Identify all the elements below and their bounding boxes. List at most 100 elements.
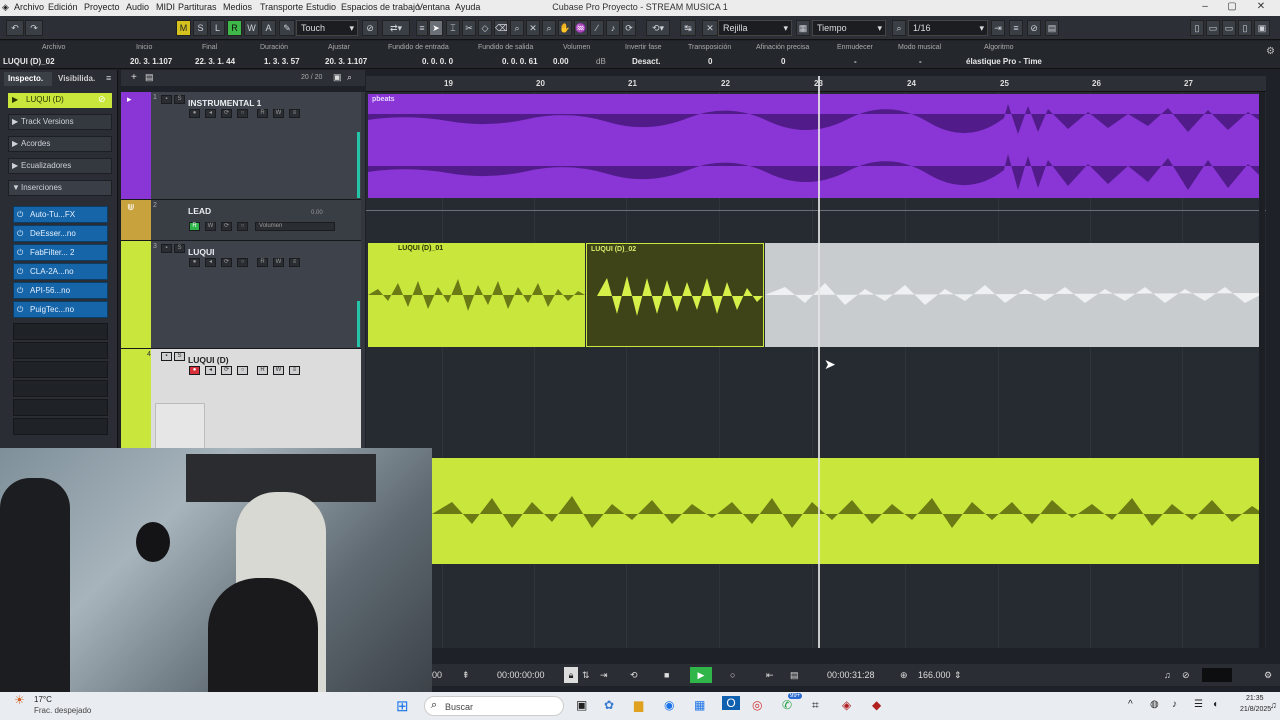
app-icon-2[interactable]: ◈ [842,698,851,712]
menu-audio[interactable]: Audio [126,2,149,12]
edge-icon[interactable]: ◉ [664,698,674,712]
write-icon[interactable]: W [273,258,284,267]
info-modo[interactable]: - [919,57,922,66]
volume-icon[interactable]: ◖ [1212,699,1218,710]
gear-icon[interactable]: ⚙ [1266,46,1275,57]
zoom-icon[interactable]: ⌕ [347,72,352,83]
play-tool-icon[interactable]: ♪ [606,20,620,36]
section-inserciones[interactable]: ▼ Inserciones [8,180,112,196]
cubase-icon[interactable]: ◆ [872,698,881,712]
edit-mode-icon[interactable]: ⇄▾ [382,20,410,36]
tab-inspector[interactable]: Inspecto. [4,72,52,86]
lock-icon[interactable]: ○ [237,366,248,375]
insert-slot-2[interactable]: ⏻ DeEsser...no [13,225,108,242]
sync-icon[interactable]: ⇅ [582,667,590,683]
info-final[interactable]: 22. 3. 1. 44 [195,57,235,66]
info-volumen[interactable]: 0.00 [553,57,569,66]
stop-icon[interactable]: ■ [664,667,669,683]
quantize-icon[interactable]: ⌕ [892,20,906,36]
lanes-icon[interactable]: ≡ [289,109,300,118]
monitor-icon[interactable]: ◂ [205,366,216,375]
edit-icon[interactable]: ⊘ [98,94,106,105]
search-box[interactable]: ⌕ Buscar [424,696,564,716]
track-options-icon[interactable]: ▤ [145,72,154,83]
write-button[interactable]: W [244,20,259,36]
menu-ayuda[interactable]: Ayuda [455,2,480,12]
insert-slot-empty[interactable] [13,380,108,397]
app-logo-icon[interactable]: ◈ [2,2,9,13]
timebase-icon[interactable]: ⟳ [221,366,232,375]
outlook-icon[interactable]: O [722,696,740,710]
menu-transporte[interactable]: Transporte [260,2,303,12]
audio-event-muted[interactable] [765,243,1264,347]
track-name[interactable]: INSTRUMENTAL 1 [188,98,261,108]
project-cursor[interactable] [818,76,820,648]
monitor-icon[interactable]: ◂ [205,109,216,118]
power-icon[interactable]: ⏻ [17,264,23,279]
automation-line[interactable] [366,210,1266,211]
info-transposicion[interactable]: 0 [708,57,712,66]
info-duracion[interactable]: 1. 3. 3. 57 [264,57,300,66]
record-icon[interactable]: ● [189,258,200,267]
minimize-icon[interactable]: – [1196,1,1214,15]
network-icon[interactable]: ◍ [1150,699,1159,710]
maximize-icon[interactable]: ▢ [1223,1,1241,15]
close-icon[interactable]: ✕ [1252,1,1270,15]
visibility-icon[interactable]: ▣ [333,72,342,83]
tempo-value[interactable]: 166.000 [918,667,951,683]
wifi-icon[interactable]: ☰ [1194,699,1203,710]
color-icon[interactable]: ▤ [1045,20,1059,36]
object-select-tool-icon[interactable]: ➤ [429,20,443,36]
menu-archivo[interactable]: Archivo [14,2,44,12]
lock-icon[interactable]: ○ [237,258,248,267]
undo-icon[interactable]: ↶ [6,20,24,36]
info-fundido-entrada[interactable]: 0. 0. 0. 0 [422,57,453,66]
timebase-icon[interactable]: ⟳ [221,222,232,231]
info-afinacion[interactable]: 0 [781,57,785,66]
constrain-icon[interactable]: ⊘ [362,20,378,36]
info-algoritmo[interactable]: élastique Pro - Time [966,57,1042,66]
solo-button[interactable]: S [174,352,185,361]
loop-icon[interactable]: ⊘ [1027,20,1041,36]
snap-icon[interactable]: ✕ [702,20,718,36]
weather-desc[interactable]: Frac. despejado [34,706,91,715]
inspector-track-name[interactable]: LUQUI (D) [8,93,112,108]
layout-top-icon[interactable]: ▭ [1206,20,1220,36]
track-name[interactable]: LUQUI [188,247,214,257]
nudge-icon[interactable]: ⇥ [600,667,608,683]
stepper-icon[interactable]: ⇕ [954,667,962,683]
info-enmudecer[interactable]: - [854,57,857,66]
solo-button[interactable]: S [174,95,185,104]
marker-icon[interactable]: ⇞ [462,667,470,683]
track-name[interactable]: LUQUI (D) [188,355,229,365]
event-display[interactable]: pbeats LUQUI (D)_01 LUQUI (D)_02 [366,92,1266,648]
insert-slot-6[interactable]: ⏻ PuigTec...no [13,301,108,318]
quantize-select[interactable]: 1/16 ▾ [908,20,988,36]
timeline-ruler[interactable]: 19 20 21 22 23 24 25 26 27 [366,76,1266,92]
audio-event-luqui-d-02[interactable]: LUQUI (D)_02 [586,243,764,347]
info-invertir[interactable]: Desact. [632,57,660,66]
play-icon[interactable]: ▶ [690,667,712,683]
read-button[interactable]: R [227,20,242,36]
track-instrumental[interactable]: ▸ 1 ▪ S INSTRUMENTAL 1 ● ◂ ⟳ ○ R W ≡ [121,92,361,200]
power-icon[interactable]: ⏻ [17,245,23,260]
time-format-icon[interactable]: ▤ [790,667,799,683]
metronome-icon[interactable]: ♫ [1164,667,1171,683]
left-time-display[interactable]: 00:00:00:00 [497,667,545,683]
solo-button[interactable]: S [174,244,185,253]
automation-parameter[interactable]: Volumen [255,222,335,231]
mute-tool-icon[interactable]: ✕ [526,20,540,36]
track-luqui[interactable]: 3 ▪ S LUQUI ● ◂ ⟳ ○ R W ≡ [121,241,361,349]
mute-button[interactable]: M [176,20,191,36]
chevron-right-icon[interactable]: ▸ [127,94,132,105]
warp-icon[interactable]: ♒ [574,20,588,36]
timebase-icon[interactable]: ⟳ [221,109,232,118]
read-button[interactable]: R [189,222,200,231]
info-fundido-salida[interactable]: 0. 0. 0. 61 [502,57,538,66]
mic-icon[interactable]: ♪ [1172,699,1177,710]
copilot-icon[interactable]: ✿ [604,698,614,712]
menu-edicion[interactable]: Edición [48,2,78,12]
menu-proyecto[interactable]: Proyecto [84,2,120,12]
mute-button[interactable]: ▪ [161,352,172,361]
insert-slot-empty[interactable] [13,323,108,340]
